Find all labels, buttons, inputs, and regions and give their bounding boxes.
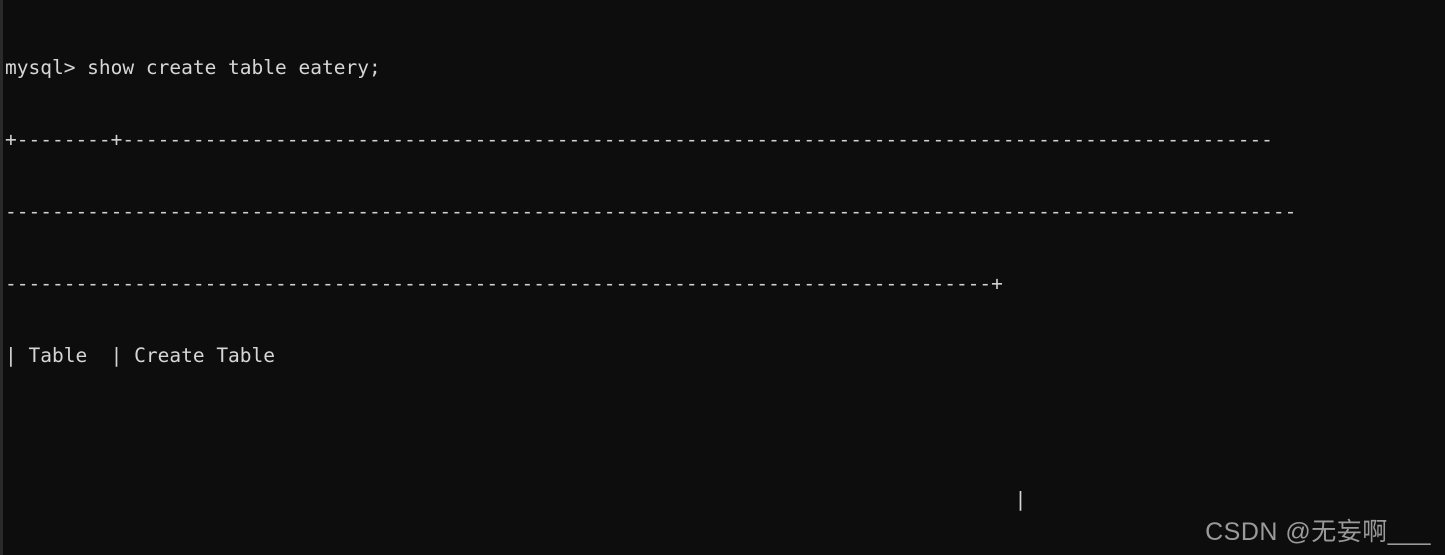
terminal-line-header: | Table | Create Table — [5, 344, 276, 367]
terminal-line-prompt: mysql> show create table eatery; — [5, 56, 381, 79]
terminal-line-header-pad — [3, 416, 1445, 440]
terminal-screen: mysql> show create table eatery; +------… — [3, 8, 1445, 555]
csdn-watermark: CSDN @无妄啊___ — [1205, 518, 1431, 546]
terminal-window[interactable]: mysql> show create table eatery; +------… — [0, 0, 1445, 555]
terminal-line-separator-top-2: ----------------------------------------… — [5, 200, 1297, 223]
terminal-line-header-end: | — [5, 488, 1027, 511]
terminal-line-separator-top-1: +--------+------------------------------… — [5, 128, 1273, 151]
terminal-line-separator-top-3: ----------------------------------------… — [5, 272, 1003, 295]
